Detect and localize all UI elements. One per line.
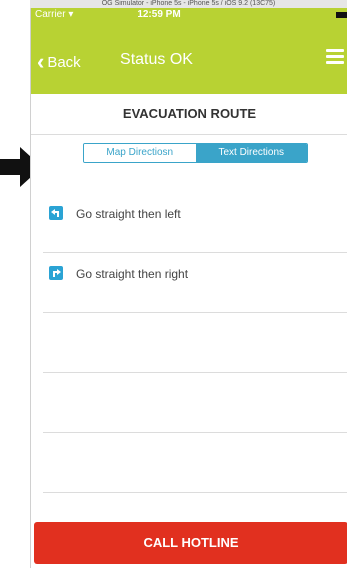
navigation-bar: ‹ Back Status OK [31,22,347,94]
phone-screen: Carrier ▾ 12:59 PM ‹ Back Status OK EVACU… [30,8,347,568]
direction-text: Go straight then left [76,207,181,221]
hamburger-menu-icon[interactable] [326,49,344,65]
turn-left-icon [49,206,63,220]
clock: 12:59 PM [137,9,181,20]
directions-segmented-control: Map Directiosn Text Directions [83,143,308,163]
direction-text: Go straight then right [76,267,189,281]
simulator-title-bar: OG Simulator - iPhone 5s - iPhone 5s / i… [30,0,347,8]
empty-row [43,373,347,433]
direction-row[interactable]: Go straight then right [43,253,347,313]
battery-icon [336,12,347,18]
empty-row [43,313,347,373]
empty-row [43,433,347,493]
page-title: Status OK [120,51,193,68]
call-hotline-button[interactable]: CALL HOTLINE [34,522,347,564]
tab-text-directions[interactable]: Text Directions [195,144,307,162]
status-bar: Carrier ▾ 12:59 PM [31,8,347,22]
tab-map-directions[interactable]: Map Directiosn [84,144,196,162]
turn-right-icon [49,266,63,280]
section-title: EVACUATION ROUTE [31,94,347,135]
direction-row[interactable]: Go straight then left [43,193,347,253]
